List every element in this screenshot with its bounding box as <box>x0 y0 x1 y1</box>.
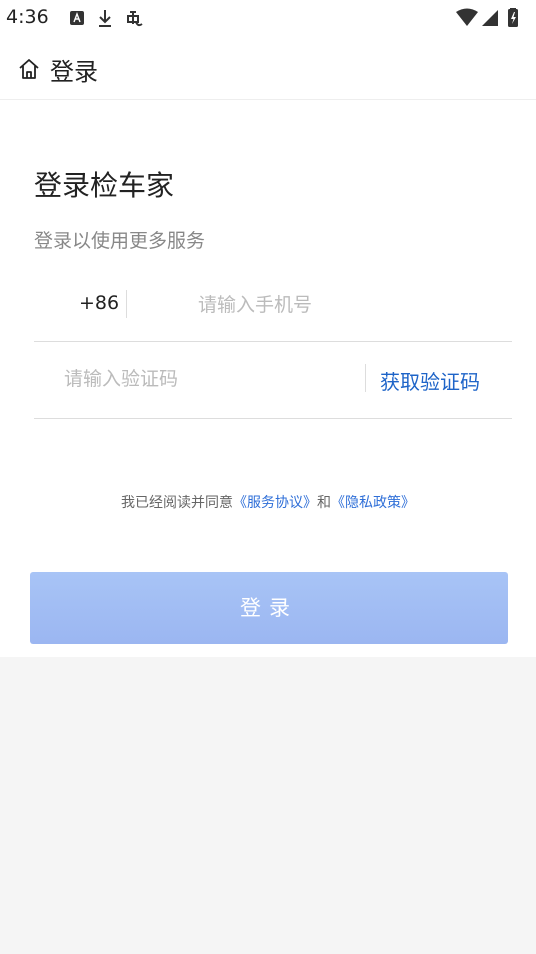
login-button[interactable]: 登录 <box>30 572 508 644</box>
login-form: 登录检车家 登录以使用更多服务 +86 获取验证码 我已经阅读并同意《服务协议》… <box>0 100 536 657</box>
privacy-policy-link[interactable]: 《隐私政策》 <box>331 495 415 511</box>
phone-row: +86 <box>34 276 512 342</box>
get-code-button[interactable]: 获取验证码 <box>380 366 480 395</box>
country-code[interactable]: +86 <box>79 292 119 314</box>
country-code-divider <box>126 290 127 318</box>
code-divider <box>365 364 366 392</box>
status-bar: 4:36 <box>0 0 536 36</box>
status-left-icons <box>70 10 143 27</box>
agreement-and: 和 <box>317 495 331 511</box>
wifi-icon <box>456 8 478 26</box>
status-time: 4:36 <box>6 6 49 28</box>
login-subheading: 登录以使用更多服务 <box>34 230 206 252</box>
signal-icon <box>482 10 498 26</box>
phone-input[interactable] <box>198 288 498 322</box>
app-bar: 登录 <box>0 36 536 100</box>
agreement-text: 我已经阅读并同意《服务协议》和《隐私政策》 <box>0 492 536 512</box>
agreement-prefix: 我已经阅读并同意 <box>121 495 233 511</box>
verification-code-input[interactable] <box>64 362 324 396</box>
verification-code-row: 获取验证码 <box>34 342 512 419</box>
status-right-icons <box>456 8 518 27</box>
battery-charging-icon <box>508 8 518 27</box>
bug-icon <box>127 11 143 27</box>
home-icon[interactable] <box>18 58 40 80</box>
download-icon <box>99 10 111 27</box>
login-heading: 登录检车家 <box>34 169 175 202</box>
page-title: 登录 <box>50 58 98 86</box>
service-agreement-link[interactable]: 《服务协议》 <box>233 495 317 511</box>
notification-a-icon <box>70 11 84 25</box>
